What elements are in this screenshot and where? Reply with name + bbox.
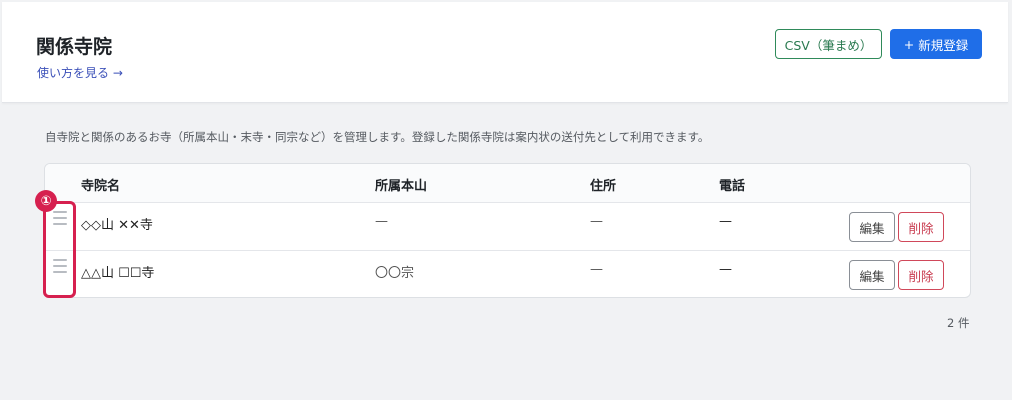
table-row: △△山 ☐☐寺 〇〇宗 — — 編集 削除 xyxy=(45,251,970,297)
temple-phone: — xyxy=(719,214,732,229)
temple-honzan: — xyxy=(375,214,388,229)
delete-button[interactable]: 削除 xyxy=(898,260,944,290)
temple-name: ◇◇山 ✕✕寺 xyxy=(81,218,153,233)
edit-button[interactable]: 編集 xyxy=(849,260,895,290)
page-title: 関係寺院 xyxy=(36,36,113,58)
howto-link[interactable]: 使い方を見る → xyxy=(37,64,123,81)
plus-icon: + xyxy=(903,36,915,52)
table-header: 寺院名 所属本山 住所 電話 xyxy=(45,164,970,203)
table-row: ◇◇山 ✕✕寺 — — — 編集 削除 xyxy=(45,203,970,251)
csv-export-button[interactable]: CSV（筆まめ） xyxy=(775,29,882,59)
temple-table: 寺院名 所属本山 住所 電話 ◇◇山 ✕✕寺 — — — 編集 削除 △△山 ☐… xyxy=(44,163,971,298)
delete-button[interactable]: 削除 xyxy=(898,212,944,242)
new-register-button[interactable]: + 新規登録 xyxy=(890,29,982,59)
column-header-honzan: 所属本山 xyxy=(375,179,428,194)
column-header-address: 住所 xyxy=(590,179,617,194)
annotation-marker: ① xyxy=(35,190,57,212)
page-header: 関係寺院 使い方を見る → CSV（筆まめ） + 新規登録 xyxy=(2,2,1008,103)
column-header-phone: 電話 xyxy=(719,179,746,194)
column-header-name: 寺院名 xyxy=(81,179,121,194)
page-description: 自寺院と関係のあるお寺（所属本山・末寺・同宗など）を管理します。登録した関係寺院… xyxy=(45,130,710,144)
result-count: 2 件 xyxy=(947,316,970,330)
temple-address: — xyxy=(590,214,603,229)
edit-button[interactable]: 編集 xyxy=(849,212,895,242)
temple-address: — xyxy=(590,262,603,277)
new-register-label: 新規登録 xyxy=(918,37,969,53)
temple-phone: — xyxy=(719,262,732,277)
annotation-highlight xyxy=(43,201,76,298)
temple-name: △△山 ☐☐寺 xyxy=(81,266,155,281)
temple-honzan: 〇〇宗 xyxy=(375,266,415,281)
